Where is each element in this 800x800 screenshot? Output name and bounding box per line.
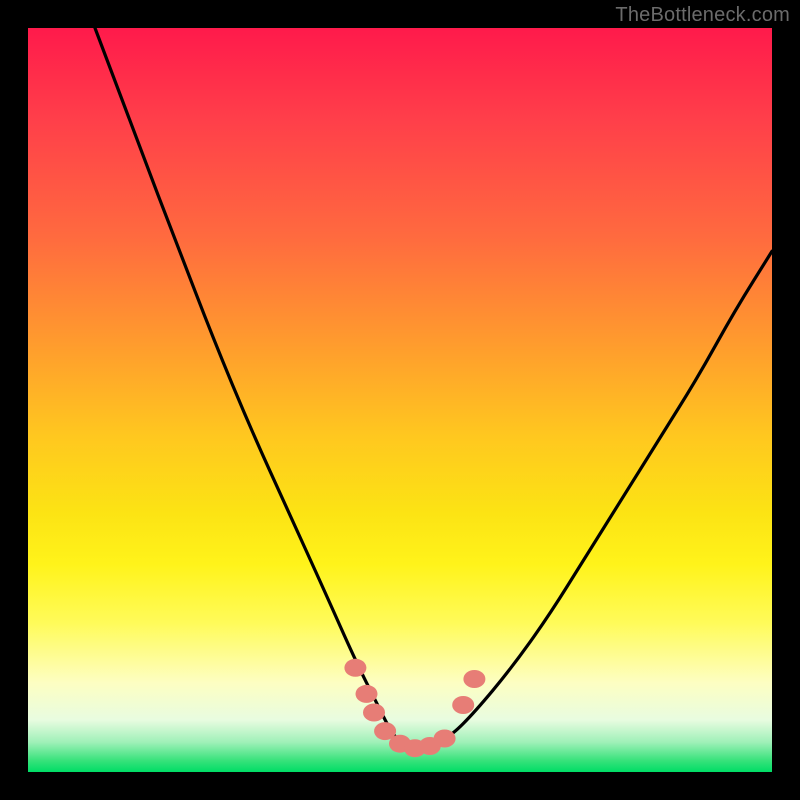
trough-marker: [363, 704, 385, 722]
chart-plot-area: [28, 28, 772, 772]
trough-marker: [356, 685, 378, 703]
trough-marker: [463, 670, 485, 688]
trough-markers: [344, 659, 485, 757]
chart-frame: TheBottleneck.com: [0, 0, 800, 800]
bottleneck-curve: [28, 28, 772, 772]
trough-marker: [452, 696, 474, 714]
trough-marker: [434, 730, 456, 748]
trough-marker: [344, 659, 366, 677]
watermark-text: TheBottleneck.com: [615, 4, 790, 27]
curve-path: [95, 28, 772, 750]
